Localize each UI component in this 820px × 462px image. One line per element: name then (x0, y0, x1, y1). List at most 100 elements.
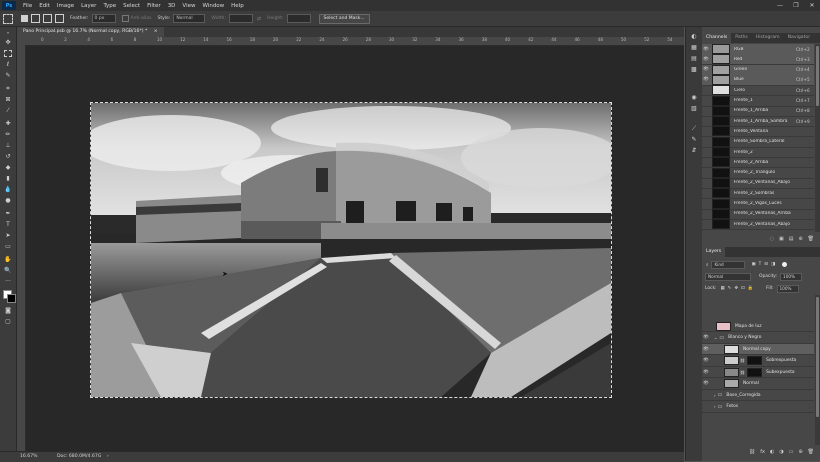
layer-name[interactable]: Normal (743, 381, 759, 386)
channel-mask-icon[interactable]: ▤ (789, 235, 794, 244)
menu-layer[interactable]: Layer (81, 3, 96, 9)
brushes-panel-icon[interactable]: ✎ (690, 136, 698, 143)
layer-filter-icons[interactable]: ▣T⊟◨ (751, 262, 778, 267)
layer-name[interactable]: Mapa de luz (735, 324, 762, 329)
swatches-panel-icon[interactable]: ▦ (690, 44, 698, 51)
layer-filter-select[interactable]: Kind (711, 260, 746, 269)
path-selection-tool-icon[interactable]: ➤ (4, 232, 12, 239)
properties-panel-icon[interactable]: ◉ (690, 94, 698, 101)
document-image[interactable] (90, 102, 612, 398)
menu-type[interactable]: Type (103, 3, 116, 9)
lasso-tool-icon[interactable]: ℓ (4, 61, 12, 68)
layer-name[interactable]: Base_Corregida (726, 393, 760, 398)
layer-row[interactable]: 👁 ⌄ ▭ Blanco y Negro (702, 333, 814, 344)
maximize-button[interactable]: ❐ (788, 0, 804, 11)
tab-histogram[interactable]: Histogram (752, 33, 784, 43)
channels-scrollbar[interactable] (815, 44, 820, 232)
menu-window[interactable]: Window (202, 3, 224, 9)
libraries-panel-icon[interactable]: ⟋ (690, 125, 698, 132)
zoom-tool-icon[interactable]: 🔍 (4, 267, 12, 274)
marquee-tool-icon[interactable] (3, 13, 13, 24)
link-icon[interactable]: ⛓ (740, 370, 745, 375)
marquee-tool-icon[interactable] (4, 50, 12, 57)
layer-row[interactable]: 👁 ⛓ Sobrexpuesta (702, 356, 814, 367)
layers-scrollbar[interactable] (815, 295, 820, 445)
lock-icons[interactable]: ▦✎✥⊡🔒 (721, 286, 757, 291)
width-input[interactable] (228, 14, 253, 23)
subtract-selection-icon[interactable] (43, 14, 52, 23)
height-input[interactable] (286, 14, 311, 23)
hand-tool-icon[interactable]: ✋ (4, 256, 12, 263)
channel-row[interactable]: Frente_2_Ventanas_Abajo (702, 219, 814, 231)
layer-mask-thumbnail[interactable] (747, 356, 763, 365)
layer-row[interactable]: › ▭ Fotos (702, 402, 814, 413)
layer-name[interactable]: Normal copy (743, 347, 771, 352)
layer-row[interactable]: 👁 Normal copy (702, 344, 814, 355)
channels-scroll-thumb[interactable] (816, 46, 819, 106)
crop-tool-icon[interactable]: ⌗ (4, 85, 12, 92)
frame-tool-icon[interactable]: ⊠ (4, 96, 12, 103)
tab-paths[interactable]: Paths (731, 33, 752, 43)
layer-name[interactable]: Subexpuesta (766, 370, 795, 375)
close-tab-icon[interactable]: × (154, 29, 158, 34)
layer-row[interactable]: 👁 ⛓ Subexpuesta (702, 367, 814, 378)
screen-mode-icon[interactable]: ▢ (4, 318, 12, 325)
quick-selection-tool-icon[interactable]: ✎ (4, 72, 12, 79)
pen-tool-icon[interactable]: ✒ (4, 210, 12, 217)
menu-help[interactable]: Help (231, 3, 244, 9)
menu-file[interactable]: File (23, 3, 32, 9)
more-tools-icon[interactable]: ··· (4, 278, 12, 285)
opacity-input[interactable]: 100% (780, 272, 803, 281)
background-color-swatch[interactable] (7, 294, 16, 303)
eye-icon[interactable]: 👁 (702, 47, 710, 52)
load-channel-selection-icon[interactable]: ◌ (770, 235, 774, 244)
patterns-panel-icon[interactable]: ▩ (690, 66, 698, 73)
zoom-level[interactable]: 16.67% (20, 454, 38, 459)
new-layer-icon[interactable]: ⊕ (798, 448, 802, 457)
close-window-button[interactable]: ✕ (804, 0, 820, 11)
tab-channels[interactable]: Channels (702, 33, 732, 43)
document-tab[interactable]: Pano Principal.psb @ 16.7% (Normal copy,… (17, 27, 164, 37)
menu-select[interactable]: Select (123, 3, 140, 9)
layer-mask-thumbnail[interactable] (747, 367, 763, 377)
feather-input[interactable]: 0 px (91, 14, 116, 23)
eye-icon[interactable]: 👁 (702, 358, 710, 363)
select-and-mask-button[interactable]: Select and Mask... (318, 13, 370, 24)
eyedropper-tool-icon[interactable]: ⁄ (4, 107, 12, 114)
new-channel-icon[interactable]: ⊕ (798, 235, 802, 244)
link-layers-icon[interactable]: ⛓ (749, 448, 755, 457)
style-select[interactable]: Normal (173, 14, 206, 23)
antialias-checkbox[interactable] (121, 15, 129, 22)
expand-chevron-icon[interactable]: ⌄ (714, 335, 717, 340)
expand-chevron-icon[interactable]: › (714, 393, 716, 398)
layer-name[interactable]: Fotos (726, 404, 738, 409)
add-selection-icon[interactable] (31, 14, 40, 23)
gradients-panel-icon[interactable]: ▤ (690, 55, 698, 62)
eraser-tool-icon[interactable]: ◆ (4, 164, 12, 171)
layer-thumbnail[interactable] (724, 356, 739, 365)
minimize-button[interactable]: — (772, 0, 788, 11)
add-mask-icon[interactable]: ◐ (770, 448, 774, 457)
layer-row[interactable]: Mapa de luz (702, 321, 814, 332)
healing-brush-tool-icon[interactable]: ✚ (4, 120, 12, 127)
rectangle-tool-icon[interactable]: ▭ (4, 243, 12, 250)
type-tool-icon[interactable]: T (4, 221, 12, 228)
quick-mask-icon[interactable]: ◙ (4, 307, 12, 314)
layer-name[interactable]: Blanco y Negro (728, 335, 761, 340)
gradient-tool-icon[interactable]: ▮ (4, 175, 12, 182)
layer-style-icon[interactable]: fx (760, 448, 765, 457)
intersect-selection-icon[interactable] (55, 14, 64, 23)
menu-filter[interactable]: Filter (147, 3, 161, 9)
move-tool-icon[interactable]: ✥ (4, 39, 12, 46)
new-group-icon[interactable]: ▭ (789, 448, 794, 457)
clone-stamp-tool-icon[interactable]: ⊥ (4, 142, 12, 149)
delete-channel-icon[interactable]: 🗑 (808, 235, 814, 244)
layer-row[interactable]: › ▭ Base_Corregida (702, 390, 814, 401)
color-panel-icon[interactable]: ◐ (690, 33, 698, 40)
dodge-tool-icon[interactable]: ● (4, 197, 12, 204)
tab-layers[interactable]: Layers (702, 247, 726, 257)
eye-icon[interactable]: 👁 (702, 67, 710, 72)
history-brush-tool-icon[interactable]: ↺ (4, 153, 12, 160)
layer-thumbnail[interactable] (724, 344, 739, 354)
menu-image[interactable]: Image (57, 3, 74, 9)
